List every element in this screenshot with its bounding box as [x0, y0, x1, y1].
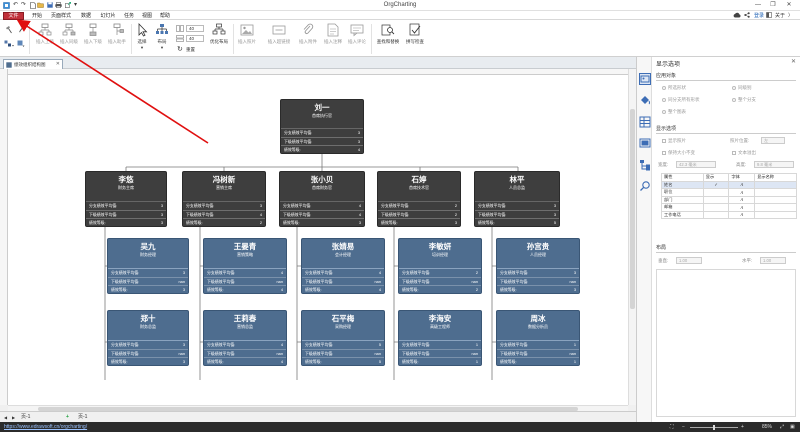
field-show-checkbox[interactable] [702, 195, 730, 204]
horizontal-spacing-field[interactable]: 1.00 [760, 257, 786, 264]
search-icon[interactable] [639, 180, 651, 192]
zoom-in-icon[interactable]: + [741, 424, 744, 430]
sheet-nav-next-icon[interactable]: ▶ [12, 413, 15, 422]
font-icon[interactable]: A [728, 188, 756, 197]
height-input[interactable]: 9.8 毫米 [754, 161, 794, 168]
sheet-bar: ◀ ▶ 页-1 + 页-1 [0, 411, 636, 422]
display-options-heading: 显示选项 [656, 126, 677, 132]
vertical-spacing-field[interactable]: 1.00 [676, 257, 702, 264]
field-show-name-checkbox[interactable] [754, 203, 797, 212]
table-row: 姓名 ✓ A [661, 180, 797, 189]
field-display-table: 属性 显示 字体 显示名称 姓名 ✓ A 职位 A 部门 A 邮箱 A 工作电话… [661, 173, 797, 219]
panel-close-icon[interactable]: ✕ [791, 58, 796, 65]
zoom-level: 85% [761, 424, 772, 430]
fit-window-icon[interactable]: ▣ [790, 424, 795, 430]
font-icon[interactable]: A [728, 180, 756, 189]
table-row: 部门 A [661, 195, 797, 204]
font-icon[interactable]: A [728, 195, 756, 204]
text-overflow-checkbox[interactable]: 文本溢出 [732, 150, 756, 156]
fit-page-icon[interactable]: ⛶ [670, 424, 674, 430]
table-row: 邮箱 A [661, 203, 797, 212]
display-options-panel: 显示选项 ✕ 应用对象 所选形状 同级别 同分支所有形状 整个分支 整个图表 显… [652, 57, 800, 422]
table-header: 属性 显示 字体 显示名称 [661, 173, 797, 182]
slides-icon[interactable] [639, 137, 651, 149]
height-label: 高度: [736, 162, 747, 167]
layout-preview-area [656, 269, 796, 417]
photo-position-select[interactable]: 左 [761, 137, 785, 144]
option-selected-shape[interactable]: 所选形状 [662, 85, 686, 91]
panel-title: 显示选项 [656, 62, 681, 68]
option-same-branch[interactable]: 同分支所有形状 [662, 97, 700, 103]
field-show-checkbox[interactable] [702, 203, 730, 212]
add-sheet-button[interactable]: + [66, 413, 69, 422]
fill-bucket-icon[interactable] [639, 94, 651, 106]
field-show-name-checkbox[interactable] [754, 210, 797, 219]
apply-to-heading: 应用对象 [656, 73, 677, 79]
font-icon[interactable]: A [728, 203, 756, 212]
current-sheet-label[interactable]: 页-1 [21, 413, 30, 422]
table-row: 工作电话 A [661, 210, 797, 219]
zoom-slider-handle[interactable] [713, 425, 715, 430]
option-whole-branch[interactable]: 整个分支 [732, 97, 756, 103]
sheet-tab[interactable]: 页-1 [78, 413, 87, 422]
hierarchy-icon[interactable] [639, 159, 651, 171]
zoom-out-icon[interactable]: − [682, 424, 685, 430]
layout-heading: 布局 [656, 245, 667, 251]
website-link[interactable]: https://www.edrawsoft.cn/orgcharting/ [4, 423, 87, 431]
option-whole-chart[interactable]: 整个图表 [662, 109, 686, 115]
table-data-icon[interactable] [639, 116, 651, 128]
fullscreen-icon[interactable]: ⤢ [780, 424, 784, 430]
field-show-checkbox[interactable] [702, 188, 730, 197]
show-photo-checkbox[interactable]: 显示照片 [662, 138, 686, 144]
field-show-name-checkbox[interactable] [754, 195, 797, 204]
vertical-label: 垂直: [658, 258, 669, 263]
field-show-checkbox[interactable] [702, 210, 730, 219]
field-show-name-checkbox[interactable] [754, 188, 797, 197]
display-options-icon[interactable] [639, 73, 651, 85]
option-same-level[interactable]: 同级别 [732, 85, 752, 91]
status-bar: https://www.edrawsoft.cn/orgcharting/ ⛶ … [0, 422, 800, 432]
table-row: 职位 A [661, 188, 797, 197]
sheet-nav-prev-icon[interactable]: ◀ [4, 413, 7, 422]
side-icon-strip [636, 57, 652, 422]
keep-size-checkbox[interactable]: 保持大小不变 [662, 150, 695, 156]
photo-position-label: 照片位置: [730, 138, 750, 143]
horizontal-label: 水平: [742, 258, 753, 263]
field-show-name-checkbox[interactable] [754, 180, 797, 189]
width-input[interactable]: 42.3 毫米 [676, 161, 716, 168]
field-show-checkbox[interactable]: ✓ [702, 180, 730, 189]
width-label: 宽度: [658, 162, 669, 167]
font-icon[interactable]: A [728, 210, 756, 219]
